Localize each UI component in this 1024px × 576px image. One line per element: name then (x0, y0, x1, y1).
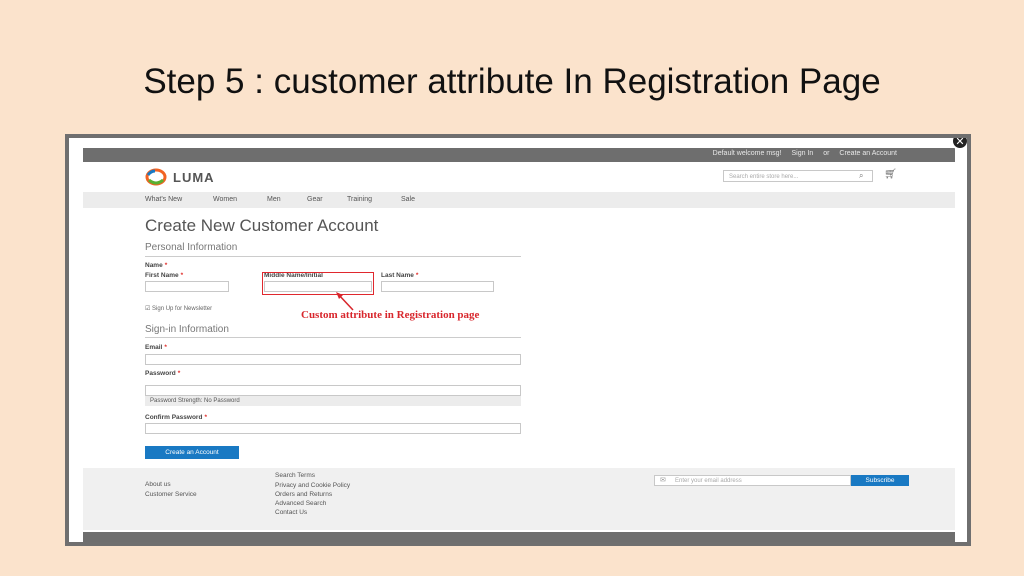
required-marker: * (180, 272, 184, 279)
confirm-password-label: Confirm Password * (145, 414, 207, 421)
subscribe-button[interactable]: Subscribe (851, 475, 909, 486)
luma-logo[interactable]: LUMA (145, 168, 245, 188)
slide-title: Step 5 : customer attribute In Registrat… (143, 62, 881, 101)
email-label: Email * (145, 344, 167, 351)
personal-info-title: Personal Information (145, 242, 238, 253)
logo-text: LUMA (173, 170, 215, 185)
site-footer: About us Customer Service Search Terms P… (83, 468, 955, 530)
first-name-field[interactable] (145, 281, 229, 292)
first-name-label-text: First Name (145, 272, 179, 279)
luma-registration-page: Default welcome msg! Sign In or Create a… (69, 138, 967, 542)
sign-in-link[interactable]: Sign In (791, 150, 813, 157)
top-header-bar: Default welcome msg! Sign In or Create a… (83, 148, 955, 162)
search-input[interactable]: Search entire store here... (723, 170, 873, 182)
required-marker: * (415, 272, 419, 279)
last-name-label: Last Name * (381, 272, 418, 279)
nav-item-gear[interactable]: Gear (307, 196, 323, 203)
section-divider (145, 256, 521, 257)
luma-logo-icon (145, 168, 167, 186)
footer-link-privacy[interactable]: Privacy and Cookie Policy (275, 482, 350, 489)
required-marker: * (177, 370, 181, 377)
header-links: Default welcome msg! Sign In or Create a… (705, 150, 897, 157)
nav-item-training[interactable]: Training (347, 196, 372, 203)
footer-link-search-terms[interactable]: Search Terms (275, 472, 315, 479)
main-nav: What's New Women Men Gear Training Sale (83, 192, 955, 208)
footer-link-customer-service[interactable]: Customer Service (145, 491, 197, 498)
envelope-icon: ✉ (660, 477, 666, 484)
name-label-text: Name (145, 262, 163, 269)
last-name-field[interactable] (381, 281, 494, 292)
copyright-bar (83, 532, 955, 542)
page-title: Create New Customer Account (145, 216, 379, 235)
first-name-label: First Name * (145, 272, 183, 279)
footer-link-contact[interactable]: Contact Us (275, 509, 307, 516)
or-text: or (823, 150, 830, 157)
newsletter-checkbox[interactable]: ☑ Sign Up for Newsletter (145, 305, 212, 312)
footer-link-advanced-search[interactable]: Advanced Search (275, 500, 326, 507)
nav-item-whats-new[interactable]: What's New (145, 196, 182, 203)
footer-link-about[interactable]: About us (145, 481, 171, 488)
password-label: Password * (145, 370, 180, 377)
email-field[interactable] (145, 354, 521, 365)
create-account-link[interactable]: Create an Account (839, 150, 897, 157)
footer-link-orders-returns[interactable]: Orders and Returns (275, 491, 332, 498)
required-marker: * (164, 262, 168, 269)
search-icon[interactable]: ⌕ (859, 171, 863, 181)
nav-item-men[interactable]: Men (267, 196, 281, 203)
name-label: Name * (145, 262, 167, 269)
confirm-password-field[interactable] (145, 423, 521, 434)
custom-attribute-callout: Custom attribute in Registration page (301, 309, 480, 321)
screenshot-frame: Default welcome msg! Sign In or Create a… (65, 134, 971, 546)
required-marker: * (204, 414, 207, 421)
email-label-text: Email (145, 344, 163, 351)
newsletter-email-input[interactable]: Enter your email address (654, 475, 851, 486)
nav-item-sale[interactable]: Sale (401, 196, 415, 203)
newsletter-label: Sign Up for Newsletter (152, 306, 213, 312)
cart-icon[interactable]: 🛒︎ (884, 169, 897, 180)
welcome-message: Default welcome msg! (712, 150, 782, 157)
section-divider (145, 337, 521, 338)
last-name-label-text: Last Name (381, 272, 414, 279)
required-marker: * (164, 344, 167, 351)
password-strength-meter: Password Strength: No Password (145, 396, 521, 406)
nav-item-women[interactable]: Women (213, 196, 237, 203)
sign-in-info-title: Sign-in Information (145, 324, 229, 335)
create-account-button[interactable]: Create an Account (145, 446, 239, 459)
password-field[interactable] (145, 385, 521, 396)
confirm-password-label-text: Confirm Password (145, 414, 203, 421)
password-label-text: Password (145, 370, 176, 377)
